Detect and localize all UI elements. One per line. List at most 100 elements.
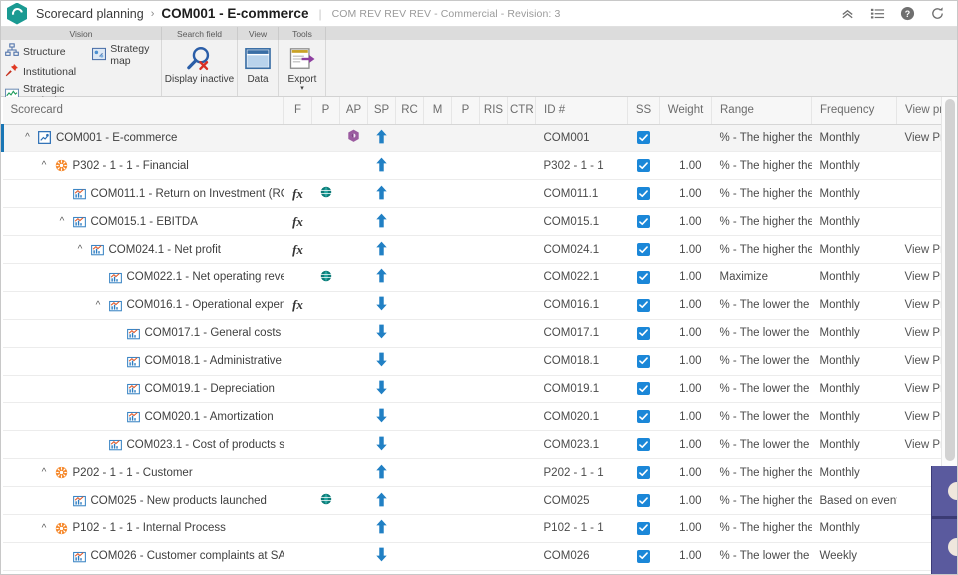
- export-button[interactable]: Export ▾: [279, 40, 325, 96]
- cell-f[interactable]: [283, 124, 312, 153]
- expand-collapse-chevron-icon[interactable]: ^: [22, 132, 33, 143]
- column-header-ctr[interactable]: CTR: [507, 97, 536, 125]
- cell-m[interactable]: [423, 542, 452, 571]
- cell-rc[interactable]: [395, 514, 424, 543]
- row-name-cell[interactable]: ^COM019.1 - Depreciation: [2, 375, 284, 404]
- cell-ap[interactable]: [339, 430, 368, 460]
- row-name-cell[interactable]: ^COM025 - New products launched: [2, 486, 284, 515]
- breadcrumb-app-name[interactable]: Scorecard planning: [36, 7, 144, 21]
- cell-p2[interactable]: [451, 486, 480, 515]
- row-name-cell[interactable]: ^COM026 - Customer complaints at SAC: [2, 542, 284, 571]
- row-name-cell[interactable]: ^ P202 - 1 - 1 - Customer: [2, 458, 284, 488]
- cell-ris[interactable]: [479, 375, 508, 404]
- cell-ctr[interactable]: [507, 458, 536, 488]
- table-row[interactable]: ^ COM024.1 - Net profit fx COM024.1 1.00% - …: [2, 235, 957, 264]
- cell-ctr[interactable]: [507, 291, 536, 320]
- cell-ap[interactable]: [339, 542, 368, 571]
- ss-checkbox[interactable]: [637, 410, 650, 424]
- ss-checkbox[interactable]: [637, 326, 650, 340]
- ss-checkbox[interactable]: [637, 521, 650, 535]
- row-name-cell[interactable]: ^ P302 - 1 - 1 - Financial: [2, 151, 284, 181]
- cell-p2[interactable]: [451, 263, 480, 292]
- cell-f[interactable]: [283, 514, 312, 543]
- cell-ss[interactable]: [627, 291, 660, 320]
- cell-p1[interactable]: [311, 291, 340, 320]
- ss-checkbox[interactable]: [637, 243, 650, 256]
- cell-ap[interactable]: [339, 124, 368, 153]
- cell-p2[interactable]: [451, 235, 480, 264]
- expand-collapse-chevron-icon[interactable]: ^: [57, 216, 68, 227]
- cell-p1[interactable]: [311, 486, 340, 515]
- cell-p2[interactable]: [451, 402, 480, 432]
- row-name-cell[interactable]: ^ COM024.1 - Net profit: [2, 235, 284, 264]
- cell-m[interactable]: [423, 375, 452, 404]
- cell-ctr[interactable]: [507, 124, 536, 153]
- cell-p2[interactable]: [451, 458, 480, 488]
- ss-checkbox[interactable]: [637, 354, 650, 368]
- cell-ris[interactable]: [479, 151, 508, 181]
- cell-f[interactable]: fx: [283, 291, 312, 320]
- cell-sp[interactable]: [367, 375, 396, 404]
- row-name-cell[interactable]: ^ COM001 - E-commerce: [1, 124, 284, 153]
- row-name-cell[interactable]: ^COM020.1 - Amortization: [2, 402, 284, 432]
- expand-collapse-chevron-icon[interactable]: ^: [39, 523, 50, 534]
- cell-ctr[interactable]: [507, 179, 536, 209]
- cell-rc[interactable]: [395, 430, 424, 460]
- table-row[interactable]: ^COM018.1 - Administrative costsCOM018.1…: [2, 347, 957, 376]
- institutional-button[interactable]: Institutional: [5, 63, 86, 80]
- strategy-map-button[interactable]: Strategy map: [92, 43, 157, 67]
- column-header-f[interactable]: F: [283, 97, 312, 125]
- cell-rc[interactable]: [395, 124, 424, 153]
- cell-p1[interactable]: [311, 375, 340, 404]
- list-view-icon[interactable]: [870, 6, 885, 21]
- cell-ss[interactable]: [627, 542, 660, 571]
- cell-f[interactable]: [283, 319, 312, 348]
- cell-p1[interactable]: [311, 430, 340, 460]
- cell-m[interactable]: [423, 263, 452, 292]
- cell-sp[interactable]: [367, 151, 396, 181]
- cell-rc[interactable]: [395, 207, 424, 237]
- cell-m[interactable]: [423, 319, 452, 348]
- cell-f[interactable]: fx: [283, 207, 312, 237]
- cell-rc[interactable]: [395, 263, 424, 292]
- cell-sp[interactable]: [367, 458, 396, 488]
- cell-sp[interactable]: [367, 124, 396, 153]
- floating-panel-edge[interactable]: [931, 466, 957, 574]
- cell-sp[interactable]: [367, 235, 396, 264]
- cell-ss[interactable]: [627, 151, 660, 181]
- chevron-down-icon[interactable]: ▾: [300, 85, 304, 92]
- cell-ris[interactable]: [479, 347, 508, 376]
- table-row[interactable]: ^ COM016.1 - Operational expenses fx COM016…: [2, 291, 957, 320]
- row-name-cell[interactable]: ^ COM016.1 - Operational expenses: [2, 291, 284, 320]
- cell-ris[interactable]: [479, 542, 508, 571]
- cell-p1[interactable]: [311, 458, 340, 488]
- cell-f[interactable]: [283, 375, 312, 404]
- cell-p2[interactable]: [451, 430, 480, 460]
- scrollbar-thumb[interactable]: [945, 99, 955, 461]
- cell-ctr[interactable]: [507, 235, 536, 264]
- column-header-scorecard[interactable]: Scorecard: [2, 97, 284, 125]
- cell-ctr[interactable]: [507, 542, 536, 571]
- cell-ap[interactable]: [339, 402, 368, 432]
- cell-ctr[interactable]: [507, 207, 536, 237]
- cell-ap[interactable]: [339, 263, 368, 292]
- cell-p2[interactable]: [451, 319, 480, 348]
- cell-rc[interactable]: [395, 235, 424, 264]
- cell-m[interactable]: [423, 151, 452, 181]
- ss-checkbox[interactable]: [637, 187, 650, 201]
- cell-sp[interactable]: [367, 402, 396, 432]
- cell-ris[interactable]: [479, 319, 508, 348]
- column-header-ss[interactable]: SS: [627, 97, 660, 125]
- cell-ss[interactable]: [627, 375, 660, 404]
- cell-p1[interactable]: [311, 151, 340, 181]
- cell-m[interactable]: [423, 124, 452, 153]
- ss-checkbox[interactable]: [637, 438, 650, 452]
- cell-p1[interactable]: [311, 207, 340, 237]
- cell-f[interactable]: [283, 151, 312, 181]
- cell-p1[interactable]: [311, 124, 340, 153]
- row-name-cell[interactable]: ^COM022.1 - Net operating revenue: [2, 263, 284, 292]
- cell-ris[interactable]: [479, 235, 508, 264]
- cell-ss[interactable]: [627, 402, 660, 432]
- cell-ctr[interactable]: [507, 486, 536, 515]
- cell-ss[interactable]: [627, 124, 660, 153]
